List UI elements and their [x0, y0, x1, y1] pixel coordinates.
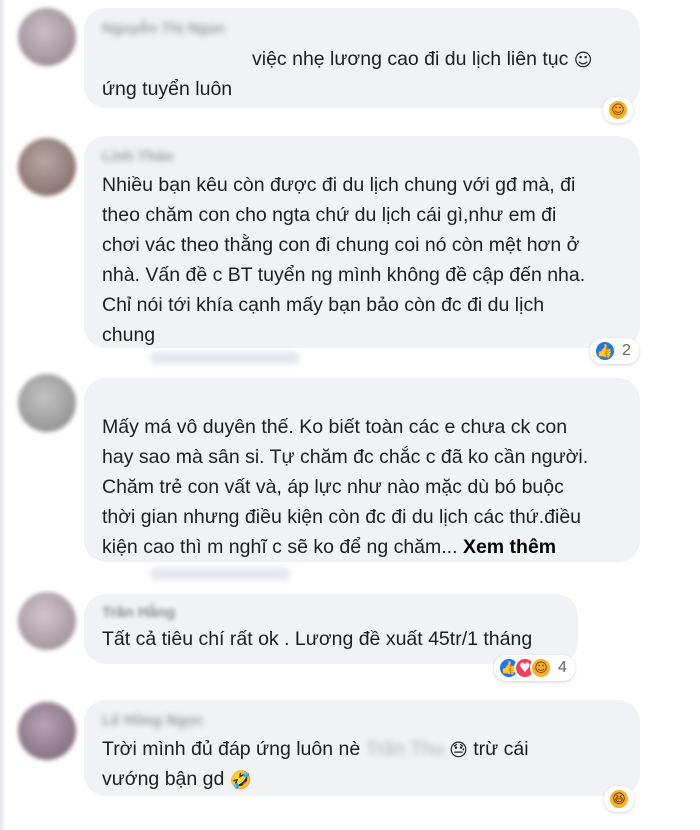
- care-reaction-icon: ☺: [607, 99, 629, 121]
- like-reaction-icon: 👍: [594, 340, 616, 362]
- comment-author[interactable]: Nguyễn Thị Ngọc: [102, 20, 624, 40]
- see-more-link[interactable]: Xem thêm: [463, 536, 556, 558]
- avatar[interactable]: [18, 8, 76, 66]
- comment-text: việc nhẹ lương cao đi du lịch liên tục ☺: [252, 48, 593, 71]
- comment-bubble: Lê Hồng Ngọc Trời mình đủ đáp ứng luôn n…: [84, 700, 640, 796]
- comment-bubble: Mấy má vô duyên thế. Ko biết toàn các e …: [84, 378, 640, 562]
- reaction-summary[interactable]: 👍 ♥ ☺ 4: [494, 655, 575, 681]
- haha-reaction-icon: 😆: [608, 788, 630, 810]
- avatar[interactable]: [18, 138, 76, 196]
- comment-author[interactable]: [102, 390, 624, 410]
- comment-text-line: ứng tuyển luôn: [102, 78, 233, 100]
- reaction-summary[interactable]: 😆: [604, 786, 634, 812]
- comment-bubble: Linh Thảo Nhiều bạn kêu còn được đi du l…: [84, 136, 640, 348]
- care-reaction-icon: ☺: [530, 657, 552, 679]
- page-edge: [0, 0, 6, 830]
- reaction-count: 4: [558, 659, 567, 676]
- comment-actions[interactable]: [150, 568, 290, 580]
- comment-bubble: Nguyễn Thị Ngọc việc nhẹ lương cao đi du…: [84, 8, 640, 108]
- smile-emoji-icon: ☺: [573, 50, 593, 71]
- rofl-emoji-icon: 🤣: [229, 770, 253, 791]
- comment-text: Tất cả tiêu chí rất ok . Lương đề xuất 4…: [102, 628, 533, 650]
- comment-author[interactable]: Lê Hồng Ngọc: [102, 712, 624, 732]
- reaction-count: 2: [622, 342, 631, 359]
- comment-text-line: vướng bận gd 🤣: [102, 768, 253, 791]
- avatar[interactable]: [18, 702, 76, 760]
- comment-author[interactable]: Trần Hằng: [102, 604, 562, 624]
- comment-text: Nhiều bạn kêu còn được đi du lịch chung …: [102, 174, 586, 346]
- comment-text: Mấy má vô duyên thế. Ko biết toàn các e …: [102, 416, 589, 558]
- reaction-summary[interactable]: ☺: [603, 97, 633, 123]
- comment-text: Trời mình đủ đáp ứng luôn nè Trần Thu 😓 …: [102, 734, 624, 764]
- reaction-summary[interactable]: 👍 2: [590, 338, 639, 364]
- comment-author[interactable]: Linh Thảo: [102, 148, 624, 168]
- avatar[interactable]: [18, 374, 76, 432]
- sweat-emoji-icon: 😓: [449, 740, 468, 761]
- comment-actions[interactable]: [150, 352, 300, 364]
- avatar[interactable]: [18, 592, 76, 650]
- comment-bubble: Trần Hằng Tất cả tiêu chí rất ok . Lương…: [84, 594, 578, 664]
- mention-tag[interactable]: Trần Thu: [366, 734, 444, 764]
